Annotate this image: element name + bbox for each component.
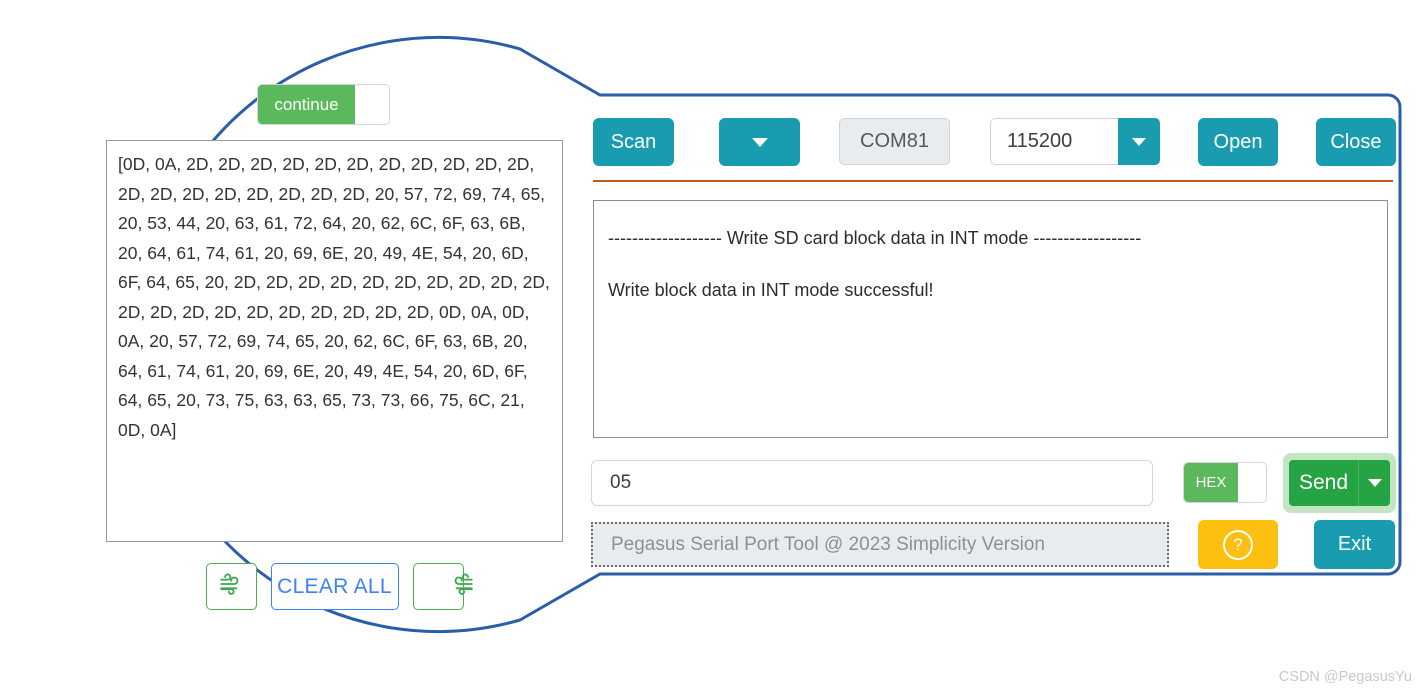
help-label: ?	[1233, 534, 1243, 554]
status-bar[interactable]: Pegasus Serial Port Tool @ 2023 Simplici…	[591, 522, 1169, 567]
magnified-region: continue [0D, 0A, 2D, 2D, 2D, 2D, 2D, 2D…	[0, 0, 580, 660]
chevron-down-icon	[1367, 479, 1382, 487]
chevron-down-icon	[751, 137, 768, 147]
chevron-down-icon	[1132, 137, 1146, 146]
port-name-value: COM81	[860, 130, 929, 152]
exit-label: Exit	[1337, 533, 1372, 555]
receive-line-2: Write block data in INT mode successful!	[608, 280, 934, 300]
clear-receive-button[interactable]	[205, 563, 257, 610]
toolbar-divider	[593, 180, 1393, 182]
scan-label: Scan	[610, 130, 657, 153]
send-dropdown-button[interactable]	[1358, 460, 1390, 506]
baud-rate-value: 115200	[990, 118, 1118, 165]
clear-send-button[interactable]	[412, 563, 473, 610]
send-button[interactable]: Send	[1289, 460, 1358, 506]
port-name-field[interactable]: COM81	[839, 118, 950, 165]
wind-right-icon	[425, 571, 473, 602]
clear-all-button[interactable]: CLEAR ALL	[270, 563, 399, 610]
send-row: 05 HEX Send	[591, 453, 1396, 513]
continue-toggle[interactable]: continue	[257, 84, 390, 125]
send-input[interactable]: 05	[591, 460, 1153, 506]
connection-toolbar: Scan COM81 115200 Open Close	[593, 118, 1396, 168]
continue-toggle-track	[355, 85, 389, 124]
receive-textarea[interactable]: ------------------- Write SD card block …	[593, 200, 1388, 438]
receive-line-gap	[608, 253, 1373, 275]
hex-mode-toggle[interactable]: HEX	[1183, 462, 1267, 503]
baud-rate-select[interactable]: 115200	[990, 118, 1160, 165]
send-label: Send	[1298, 471, 1349, 494]
clear-all-label: CLEAR ALL	[277, 574, 392, 598]
send-button-group: Send	[1283, 453, 1396, 513]
close-port-button[interactable]: Close	[1316, 118, 1396, 166]
status-bar-text: Pegasus Serial Port Tool @ 2023 Simplici…	[611, 533, 1045, 555]
scan-button[interactable]: Scan	[593, 118, 674, 166]
watermark: CSDN @PegasusYu	[1278, 669, 1412, 685]
hex-toggle-label: HEX	[1184, 463, 1238, 502]
baud-dropdown-button[interactable]	[1118, 118, 1160, 165]
help-button[interactable]: ?	[1198, 520, 1278, 569]
hex-dump-output[interactable]: [0D, 0A, 2D, 2D, 2D, 2D, 2D, 2D, 2D, 2D,…	[106, 140, 563, 542]
magnified-button-row: CLEAR ALL	[106, 563, 563, 610]
exit-button[interactable]: Exit	[1314, 520, 1395, 569]
continue-toggle-label: continue	[258, 85, 355, 124]
close-label: Close	[1330, 130, 1382, 153]
open-port-button[interactable]: Open	[1198, 118, 1278, 166]
send-input-value: 05	[610, 472, 632, 493]
serial-port-tool-panel: Scan COM81 115200 Open Close -----------…	[581, 88, 1405, 580]
port-dropdown-button[interactable]	[719, 118, 800, 166]
open-label: Open	[1213, 130, 1263, 153]
receive-line-0: ------------------- Write SD card block …	[608, 228, 1142, 248]
wind-left-icon	[218, 571, 244, 602]
hex-toggle-track	[1238, 463, 1266, 502]
status-row: Pegasus Serial Port Tool @ 2023 Simplici…	[591, 520, 1396, 574]
question-mark-icon: ?	[1223, 529, 1253, 560]
